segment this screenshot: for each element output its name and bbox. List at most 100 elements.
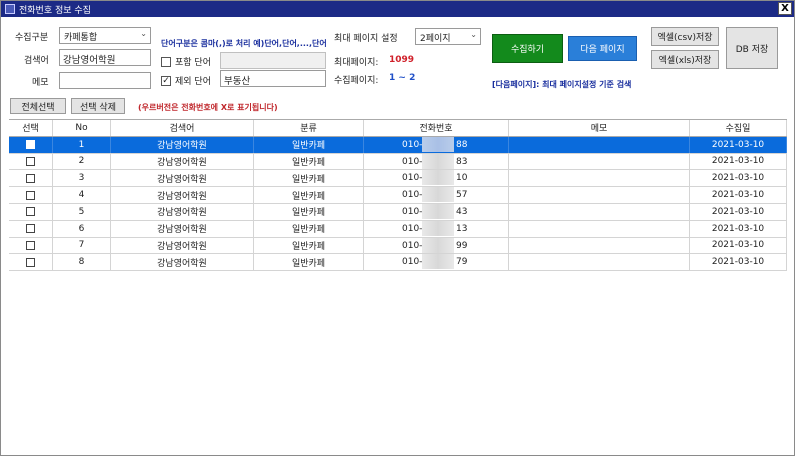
row-phone: 010- 83 [364, 153, 509, 170]
close-button[interactable]: X [778, 2, 792, 15]
collect-type-value: 카페통합 [64, 33, 98, 43]
row-phone-suffix: 79 [456, 257, 468, 268]
include-word-input[interactable] [220, 52, 326, 69]
row-phone-suffix: 88 [456, 139, 468, 150]
row-phone-prefix: 010- [402, 139, 423, 150]
phone-redaction [422, 170, 454, 186]
row-select-cell[interactable] [9, 170, 53, 187]
row-memo[interactable] [509, 203, 690, 220]
row-date: 2021-03-10 [690, 170, 787, 187]
exclude-word-input[interactable]: 부동산 [220, 70, 326, 87]
row-phone-prefix: 010- [402, 240, 423, 251]
excel-csv-button[interactable]: 엑셀(csv)저장 [651, 27, 719, 46]
row-category: 일반카페 [254, 237, 364, 254]
row-select-cell[interactable] [9, 136, 53, 153]
row-keyword: 강남영어학원 [111, 136, 254, 153]
row-checkbox[interactable] [26, 140, 35, 150]
row-checkbox[interactable] [26, 240, 35, 250]
column-header-no[interactable]: No [53, 120, 111, 136]
table-row[interactable]: 6 강남영어학원 일반카페 010- 13 2021-03-10 [9, 220, 787, 238]
row-select-cell[interactable] [9, 220, 53, 237]
exclude-word-checkbox[interactable]: ✓ 제외 단어 [161, 74, 211, 87]
row-date: 2021-03-10 [690, 153, 787, 170]
row-memo[interactable] [509, 153, 690, 170]
row-phone-suffix: 10 [456, 173, 468, 184]
row-memo[interactable] [509, 254, 690, 271]
row-phone-suffix: 99 [456, 240, 468, 251]
row-no: 1 [53, 136, 111, 153]
include-word-label: 포함 단어 [175, 58, 211, 68]
grid-header: 선택 No 검색어 분류 전화번호 메모 수집일 [9, 120, 787, 137]
phone-masking-note: (우르버전은 전화번호에 X로 표기됩니다) [138, 103, 278, 112]
result-grid: 선택 No 검색어 분류 전화번호 메모 수집일 1 강남영어학원 일반카페 010-… [9, 119, 787, 272]
next-page-note: [다음페이지]: 최대 페이지설정 기준 검색 [492, 80, 632, 89]
table-row[interactable]: 3 강남영어학원 일반카페 010- 10 2021-03-10 [9, 170, 787, 188]
row-phone: 010- 13 [364, 220, 509, 237]
table-row[interactable]: 1 강남영어학원 일반카페 010- 88 2021-03-10 [9, 136, 787, 154]
row-memo[interactable] [509, 170, 690, 187]
collect-button[interactable]: 수집하기 [492, 34, 563, 63]
row-category: 일반카페 [254, 254, 364, 271]
excel-xls-button[interactable]: 엑셀(xls)저장 [651, 50, 719, 69]
max-page-select[interactable]: 2페이지 ⌄ [415, 28, 481, 45]
row-phone: 010- 10 [364, 170, 509, 187]
row-phone: 010- 43 [364, 203, 509, 220]
row-select-cell[interactable] [9, 203, 53, 220]
row-phone-suffix: 83 [456, 156, 468, 167]
include-word-checkbox[interactable]: 포함 단어 [161, 55, 211, 68]
row-date: 2021-03-10 [690, 254, 787, 271]
row-memo[interactable] [509, 237, 690, 254]
row-phone-prefix: 010- [402, 156, 423, 167]
phone-redaction [422, 153, 454, 169]
column-header-category[interactable]: 분류 [254, 120, 364, 136]
row-checkbox[interactable] [26, 156, 35, 166]
next-page-button[interactable]: 다음 페이지 [568, 36, 637, 61]
row-phone-prefix: 010- [402, 190, 423, 201]
table-row[interactable]: 7 강남영어학원 일반카페 010- 99 2021-03-10 [9, 237, 787, 255]
include-word-check-box[interactable] [161, 56, 171, 67]
exclude-word-check-box[interactable]: ✓ [161, 75, 171, 86]
row-checkbox[interactable] [26, 257, 35, 267]
column-header-date[interactable]: 수집일 [690, 120, 787, 136]
row-keyword: 강남영어학원 [111, 153, 254, 170]
phone-redaction [422, 254, 454, 270]
row-no: 5 [53, 203, 111, 220]
row-keyword: 강남영어학원 [111, 170, 254, 187]
row-checkbox[interactable] [26, 173, 35, 183]
select-all-button[interactable]: 전체선택 [10, 98, 66, 114]
row-select-cell[interactable] [9, 237, 53, 254]
column-header-keyword[interactable]: 검색어 [111, 120, 254, 136]
row-memo[interactable] [509, 187, 690, 203]
row-select-cell[interactable] [9, 153, 53, 170]
table-row[interactable]: 4 강남영어학원 일반카페 010- 57 2021-03-10 [9, 187, 787, 204]
phone-redaction [422, 136, 454, 152]
column-header-memo[interactable]: 메모 [509, 120, 690, 136]
row-phone: 010- 88 [364, 136, 509, 153]
keyword-input[interactable]: 강남영어학원 [59, 49, 151, 66]
chevron-down-icon: ⌄ [140, 29, 147, 38]
row-phone-prefix: 010- [402, 223, 423, 234]
row-checkbox[interactable] [26, 207, 35, 217]
memo-input[interactable] [59, 72, 151, 89]
collect-type-select[interactable]: 카페통합 ⌄ [59, 27, 151, 44]
row-memo[interactable] [509, 136, 690, 153]
delete-selected-button[interactable]: 선택 삭제 [71, 98, 125, 114]
table-row[interactable]: 5 강남영어학원 일반카페 010- 43 2021-03-10 [9, 203, 787, 221]
table-row[interactable]: 8 강남영어학원 일반카페 010- 79 2021-03-10 [9, 254, 787, 272]
row-select-cell[interactable] [9, 254, 53, 271]
row-category: 일반카페 [254, 136, 364, 153]
row-checkbox[interactable] [26, 190, 35, 200]
row-keyword: 강남영어학원 [111, 237, 254, 254]
table-row[interactable]: 2 강남영어학원 일반카페 010- 83 2021-03-10 [9, 153, 787, 171]
row-keyword: 강남영어학원 [111, 203, 254, 220]
row-keyword: 강남영어학원 [111, 254, 254, 271]
row-date: 2021-03-10 [690, 203, 787, 220]
row-checkbox[interactable] [26, 224, 35, 234]
row-memo[interactable] [509, 220, 690, 237]
column-header-select[interactable]: 선택 [9, 120, 53, 136]
keyword-separator-note: 단어구분은 콤마(,)로 처리 예)단어,단어,...,단어 [161, 39, 327, 48]
db-save-button[interactable]: DB 저장 [726, 27, 778, 69]
column-header-phone[interactable]: 전화번호 [364, 120, 509, 136]
row-select-cell[interactable] [9, 187, 53, 203]
row-category: 일반카페 [254, 203, 364, 220]
